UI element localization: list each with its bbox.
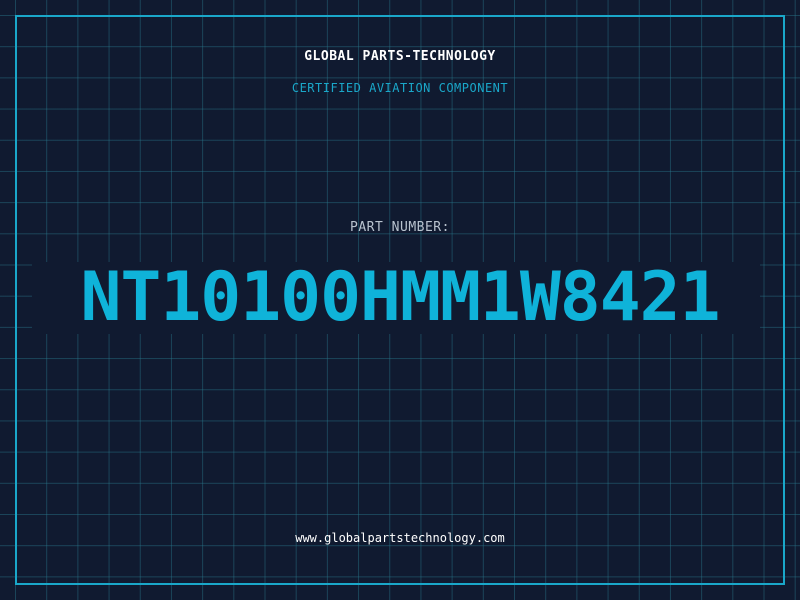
part-number-label: PART NUMBER: [350,220,450,235]
certification-subtitle: CERTIFIED AVIATION COMPONENT [291,81,509,95]
company-name: GLOBAL PARTS-TECHNOLOGY [304,49,496,64]
website-url: www.globalpartstechnology.com [295,531,505,545]
part-number-value: NT10100HMM1W8421 [80,258,720,337]
